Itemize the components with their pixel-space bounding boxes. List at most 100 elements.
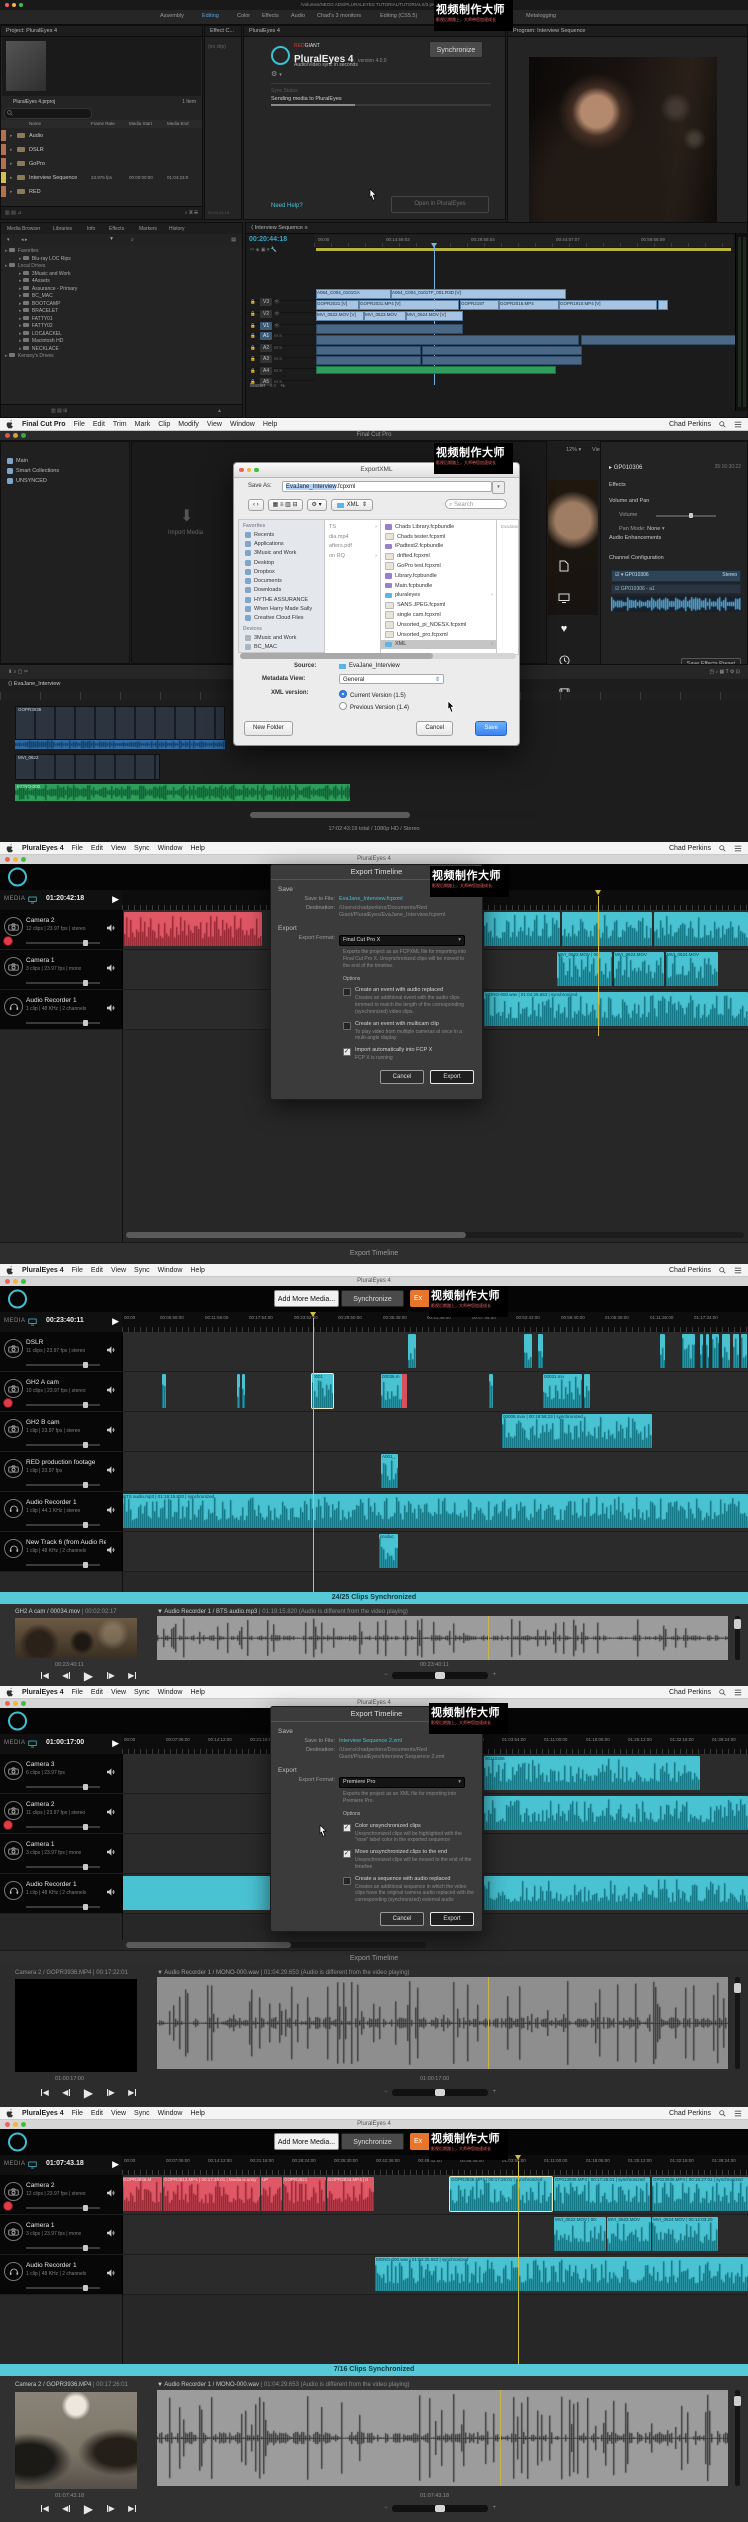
column-header[interactable]: Media Start — [129, 121, 152, 126]
audio-preview-title[interactable]: ▼ Audio Recorder 1 / MONO-000.wav | 01:0… — [157, 2382, 410, 2388]
speaker-icon[interactable] — [106, 1541, 116, 1559]
clip[interactable] — [122, 1876, 270, 1910]
clip[interactable] — [124, 912, 262, 946]
audio-waveform-preview[interactable] — [157, 1616, 728, 1660]
waveform-vzoom-slider[interactable] — [734, 1977, 741, 2069]
save-button[interactable]: Save — [475, 721, 507, 736]
speaker-icon[interactable] — [106, 1381, 116, 1399]
file-item[interactable]: dia.mp4 — [325, 532, 381, 542]
clip[interactable] — [237, 1374, 240, 1408]
timeline-tab[interactable]: ⟨ Interview Sequence ≡ — [246, 223, 747, 234]
volume-slider[interactable] — [26, 1824, 100, 1830]
audio-clip[interactable] — [581, 335, 746, 345]
audio-clip[interactable] — [316, 324, 463, 334]
step-back-icon[interactable]: ◀ — [60, 2503, 73, 2514]
workspace-tab[interactable]: Color — [237, 13, 250, 19]
channel-row-1[interactable]: ☑ ▾ GP010306 Stereo — [611, 570, 741, 582]
workspace-tab[interactable]: Assembly — [160, 13, 184, 19]
menu-item[interactable]: Clip — [158, 421, 170, 428]
volume-slider[interactable] — [26, 1442, 100, 1448]
clip[interactable] — [700, 1334, 703, 1368]
export-button-toolbar[interactable]: Ex — [410, 1290, 432, 1307]
file-item[interactable]: iPadtest2.fcpbundle — [381, 542, 497, 552]
waveform-zoom-slider[interactable]: − + — [384, 1672, 496, 1679]
volume-slider[interactable] — [26, 2205, 100, 2211]
volume-slider[interactable] — [26, 1784, 100, 1790]
traffic-lights[interactable] — [5, 1279, 26, 1284]
clip[interactable] — [484, 912, 560, 946]
track-header[interactable]: Camera 1 3 clips | 23.97 fps | mono — [0, 950, 123, 989]
heart-icon[interactable]: ♥ — [561, 624, 568, 635]
speaker-icon[interactable] — [106, 1843, 116, 1861]
menu-item[interactable]: View — [111, 1267, 126, 1274]
menubar-user[interactable]: Chad Perkins — [669, 421, 711, 428]
export-format-select[interactable]: Final Cut Pro X — [339, 935, 465, 947]
menu-item[interactable]: Sync — [134, 1267, 150, 1274]
xml-version-previous[interactable]: Previous Version (1.4) — [339, 702, 409, 711]
column-header[interactable]: Frame Rate — [91, 121, 115, 126]
track-header[interactable]: New Track 6 (from Audio Recor... 1 clip … — [0, 1532, 123, 1571]
skip-start-icon[interactable]: ◀ — [38, 2087, 51, 2098]
volume-slider[interactable] — [656, 513, 716, 518]
tree-item[interactable]: ▸ 4Assets — [5, 278, 240, 286]
add-more-media-button[interactable]: Add More Media... — [274, 1290, 339, 1307]
clip[interactable]: GOPR3934.MP4 | 0 — [327, 2177, 374, 2211]
step-forward-icon[interactable]: ▶ — [104, 1670, 117, 1681]
track-header[interactable]: Camera 1 3 clips | 23.97 fps | mono — [0, 1834, 123, 1873]
clip[interactable]: GOPR3936.MP4 | 00:17:26:01 | synchronize… — [449, 2176, 553, 2212]
volume-slider[interactable] — [26, 940, 100, 946]
file-item[interactable]: Chads tester.fcpxml — [381, 532, 497, 542]
library-item[interactable]: UNSYNCED — [1, 476, 129, 486]
audio-clip[interactable] — [422, 346, 582, 355]
checkbox[interactable] — [343, 1048, 351, 1057]
timeline-playhead[interactable] — [310, 1312, 316, 1592]
volume-slider[interactable] — [26, 2245, 100, 2251]
clip[interactable]: produc — [379, 1534, 398, 1568]
spotlight-icon[interactable] — [719, 2109, 726, 2117]
clip[interactable] — [162, 1374, 166, 1408]
waveform-vzoom-slider[interactable] — [734, 1616, 741, 1660]
play-button[interactable]: ▶ — [82, 2086, 95, 2100]
workspace-tab[interactable]: Audio — [291, 13, 305, 19]
menu-item[interactable]: PluralEyes 4 — [22, 2110, 64, 2117]
track-header[interactable]: Camera 2 12 clips | 23.97 fps | stereo — [0, 2175, 123, 2214]
menu-item[interactable]: Edit — [93, 421, 105, 428]
zoom-select[interactable]: 12% ▾ — [566, 447, 581, 453]
file-item[interactable]: on RQ › — [325, 551, 381, 561]
speaker-icon[interactable] — [106, 999, 116, 1017]
file-item[interactable]: Chads Library.fcpbundle — [381, 522, 497, 532]
file-item[interactable]: SANS JPEG.fcpxml — [381, 600, 497, 610]
clip[interactable]: MVI_0623.MOV — [614, 952, 664, 986]
apple-icon[interactable] — [6, 1687, 14, 1697]
traffic-lights[interactable] — [5, 433, 26, 438]
project-row[interactable]: ▸ Audio — [1, 129, 200, 143]
document-icon[interactable] — [559, 560, 569, 572]
menubar-user[interactable]: Chad Perkins — [669, 2110, 711, 2117]
menu-item[interactable]: Sync — [134, 845, 150, 852]
checkbox[interactable] — [343, 1850, 351, 1859]
audio-clip-green[interactable] — [316, 366, 556, 374]
clip[interactable] — [654, 912, 748, 946]
volume-slider[interactable] — [26, 1904, 100, 1910]
spotlight-icon[interactable] — [719, 1688, 726, 1696]
checkbox[interactable] — [343, 1021, 351, 1030]
audio-waveform-preview[interactable] — [157, 2390, 728, 2486]
sidebar-device[interactable]: 3Music and Work — [239, 633, 325, 642]
pluraleyes-panel-tab[interactable]: PluralEyes 4 — [244, 26, 505, 37]
timeline-ruler[interactable]: 00:00 00:07:06:00 00:14:12:00 00:21:18:00 00… — [122, 2155, 748, 2175]
menu-item[interactable]: Help — [191, 1689, 205, 1696]
spotlight-icon[interactable] — [719, 420, 726, 428]
menu-item[interactable]: File — [72, 2110, 83, 2117]
gear-icon[interactable]: ⚙ ▾ — [271, 70, 282, 78]
timeline-playhead[interactable] — [515, 2155, 521, 2364]
volume-slider[interactable] — [26, 2285, 100, 2291]
clip[interactable]: GP023936.MP4 | 00:16:27:01 | synchronize… — [652, 2177, 748, 2211]
disclosure-icon[interactable]: ▸ — [10, 161, 13, 167]
clip[interactable] — [733, 1334, 739, 1368]
library-item[interactable]: Main — [1, 456, 129, 466]
panel-tab[interactable]: Info — [87, 226, 95, 232]
notification-icon[interactable] — [734, 2110, 742, 2117]
menu-item[interactable]: Window — [158, 2110, 183, 2117]
program-video-frame[interactable] — [529, 57, 717, 239]
sidebar-favorite[interactable]: Applications — [239, 539, 325, 548]
